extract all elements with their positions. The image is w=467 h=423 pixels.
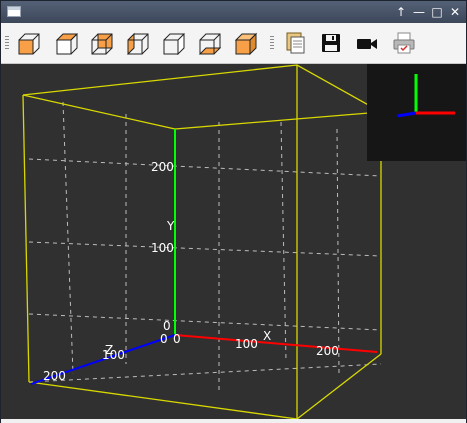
x-axis-line: [174, 334, 378, 353]
toolbar-grip-handle[interactable]: [5, 36, 9, 50]
x-tick-label: 0: [173, 332, 181, 346]
y-tick-label: 100: [151, 241, 174, 255]
save-button[interactable]: [317, 30, 345, 56]
y-tick-label: 200: [151, 160, 174, 174]
z-tick-label: 200: [43, 369, 66, 383]
record-video-button[interactable]: [353, 30, 381, 56]
cube-front-face-icon: [18, 33, 40, 55]
axis-labels: 200 100 0 Y 0 100 200 X 0 100 200 Z: [43, 160, 339, 383]
bounding-box: [22, 64, 382, 419]
minimize-button[interactable]: —: [410, 3, 428, 21]
print-button[interactable]: [390, 30, 418, 56]
maximize-button[interactable]: □: [428, 3, 446, 21]
view-bottom-button[interactable]: [196, 30, 224, 56]
orientation-axes-icon: [396, 74, 455, 118]
view-front-button[interactable]: [15, 30, 43, 56]
app-icon: [7, 6, 21, 17]
orientation-z-axis: [396, 111, 417, 118]
toolbar-grip-handle-2[interactable]: [270, 36, 274, 50]
cube-top-face-icon: [55, 33, 79, 55]
z-axis-title: Z: [105, 343, 113, 357]
z-tick-label: 0: [160, 332, 168, 346]
cube-right-face-icon: [163, 32, 185, 55]
cube-left-face-icon: [127, 32, 149, 55]
view-left-button[interactable]: [124, 30, 152, 56]
close-button[interactable]: ✕: [446, 3, 464, 21]
x-tick-label: 200: [316, 344, 339, 358]
keep-above-button[interactable]: ↑: [392, 3, 410, 21]
view-iso-button[interactable]: [232, 30, 260, 56]
toolbar: [1, 23, 466, 64]
cube-solid-icon: [234, 32, 258, 55]
status-bar: [1, 419, 466, 423]
save-icon: [322, 34, 340, 52]
view-top-button[interactable]: [53, 30, 81, 56]
copy-image-icon: [286, 32, 305, 54]
copy-image-button[interactable]: [281, 30, 309, 56]
y-tick-label: 0: [163, 319, 171, 333]
video-camera-icon: [357, 39, 377, 49]
window-controls: ↑ — □ ✕: [392, 3, 464, 21]
x-axis-title: X: [263, 329, 271, 343]
title-bar[interactable]: ↑ — □ ✕: [1, 1, 466, 23]
view-back-button[interactable]: [88, 30, 116, 56]
plot-3d-viewport[interactable]: 200 100 0 Y 0 100 200 X 0 100 200 Z: [1, 64, 466, 419]
print-icon: [393, 32, 415, 54]
cube-back-face-icon: [91, 33, 113, 55]
x-tick-label: 100: [235, 337, 258, 351]
cube-bottom-face-icon: [198, 33, 222, 55]
orientation-axes-widget: [367, 64, 466, 161]
app-window: ↑ — □ ✕ 200 100 0 Y 0 100 200 X 0 100 20…: [0, 0, 467, 423]
y-axis-title: Y: [166, 219, 175, 233]
view-right-button[interactable]: [160, 30, 188, 56]
